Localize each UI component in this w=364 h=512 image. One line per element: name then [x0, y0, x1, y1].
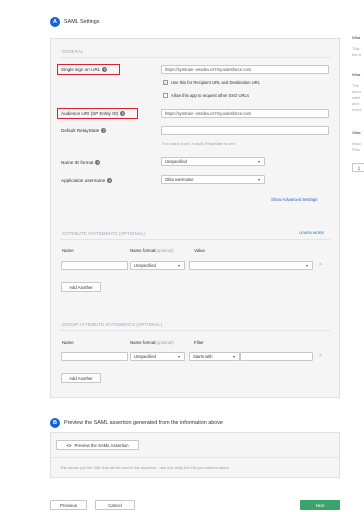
attribute-name-header: Name: [62, 248, 74, 253]
relay-state-input[interactable]: [161, 126, 329, 135]
download-icon[interactable]: ⤓: [352, 163, 364, 172]
help-icon[interactable]: ?: [120, 111, 126, 117]
preview-note: This shows you the XML that will be used…: [60, 466, 230, 470]
sso-url-input[interactable]: https://symtrain--sssdev.cs7my.salesforc…: [161, 65, 329, 74]
preview-saml-assertion-button[interactable]: <> Preview the SAML Assertion: [56, 440, 139, 450]
add-group-attribute-button[interactable]: Add Another: [61, 373, 101, 383]
help-icon[interactable]: ?: [107, 178, 113, 184]
sidebar-heading-3: Okta: [352, 130, 361, 135]
sidebar-text: Prov: [352, 147, 361, 152]
cancel-button[interactable]: Cancel: [95, 500, 135, 510]
name-id-format-label: Name ID format?: [61, 160, 101, 166]
audience-uri-input[interactable]: https://symtrain--sssdev.cs7my.salesforc…: [161, 109, 329, 118]
group-filter-header: Filter: [194, 340, 204, 345]
general-divider: [60, 57, 330, 58]
checkbox-checked[interactable]: ✓: [163, 80, 168, 85]
attribute-statements-label: ATTRIBUTE STATEMENTS (OPTIONAL): [62, 231, 145, 236]
remove-group-attribute-icon[interactable]: ×: [319, 353, 322, 359]
remove-attribute-icon[interactable]: ×: [319, 262, 322, 268]
checkbox-unchecked[interactable]: [163, 93, 168, 98]
sidebar-heading-1: Wha: [352, 35, 361, 40]
relay-state-label: Default RelayState?: [61, 128, 107, 134]
preview-panel: [50, 432, 340, 478]
attribute-format-header: Name format(optional): [130, 248, 174, 253]
preview-divider: [51, 457, 339, 458]
attribute-divider: [60, 239, 330, 240]
group-attribute-statements-label: GROUP ATTRIBUTE STATEMENTS (OPTIONAL): [62, 322, 163, 327]
next-button[interactable]: Next: [300, 500, 340, 510]
step-b-badge: B: [50, 418, 60, 428]
sso-url-label: Single sign on URL?: [61, 67, 108, 73]
sidebar-text: This: [352, 46, 360, 51]
group-attribute-divider: [60, 330, 330, 331]
group-filter-value-input[interactable]: [240, 352, 313, 361]
code-icon: <>: [66, 442, 72, 448]
previous-button[interactable]: Previous: [50, 500, 87, 510]
add-attribute-button[interactable]: Add Another: [61, 282, 101, 292]
learn-more-link[interactable]: LEARN MORE: [299, 231, 324, 235]
group-format-select[interactable]: Unspecified: [130, 352, 185, 361]
attribute-value-select[interactable]: [189, 261, 313, 270]
sidebar-text: shou: [352, 89, 361, 94]
sidebar-text: The: [352, 83, 359, 88]
step-a-badge: A: [50, 17, 60, 27]
step-a-title: SAML Settings: [64, 19, 100, 25]
general-section-label: GENERAL: [62, 49, 84, 54]
help-icon[interactable]: ?: [102, 67, 108, 73]
attribute-value-header: Value: [194, 248, 205, 253]
sidebar-text: need: [352, 107, 361, 112]
step-b-title: Preview the SAML assertion generated fro…: [64, 420, 223, 426]
sidebar-text: and: [352, 101, 359, 106]
chevron-down-icon: [306, 265, 308, 267]
audience-uri-label: Audience URI (SP Entity ID)?: [61, 111, 126, 117]
name-id-format-select[interactable]: Unspecified: [161, 157, 265, 166]
help-icon[interactable]: ?: [101, 128, 107, 134]
application-username-select[interactable]: Okta username: [161, 175, 265, 184]
chevron-down-icon: [178, 265, 180, 267]
group-format-header: Name format(optional): [130, 340, 174, 345]
group-name-header: Name: [62, 340, 74, 345]
attribute-format-select[interactable]: Unspecified: [130, 261, 185, 270]
sidebar-text: the a: [352, 52, 361, 57]
chevron-down-icon: [233, 356, 235, 358]
use-for-recipient-checkbox[interactable]: ✓ Use this for Recipient URL and Destinat…: [163, 80, 260, 85]
application-username-label: Application username?: [61, 178, 113, 184]
chevron-down-icon: [258, 179, 260, 181]
help-icon[interactable]: ?: [95, 160, 101, 166]
attribute-name-input[interactable]: [61, 261, 128, 270]
relay-state-hint: If no value is set, a blank RelayState i…: [162, 142, 236, 146]
chevron-down-icon: [258, 161, 260, 163]
show-advanced-settings-link[interactable]: Show Advanced Settings: [271, 197, 317, 202]
sidebar-heading-2: Wha: [352, 72, 361, 77]
sidebar-text: sidel: [352, 95, 361, 100]
group-filter-select[interactable]: Starts with: [189, 352, 240, 361]
group-name-input[interactable]: [61, 352, 128, 361]
chevron-down-icon: [178, 356, 180, 358]
sidebar-text: Impo: [352, 141, 361, 146]
allow-other-sso-checkbox[interactable]: Allow this app to request other SSO URLs: [163, 93, 249, 98]
